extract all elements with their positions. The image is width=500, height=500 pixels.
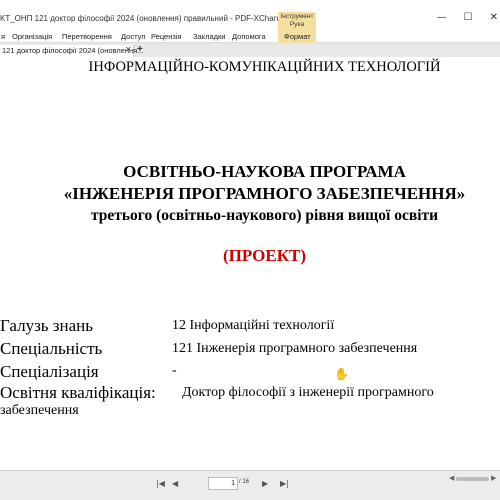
last-page-icon[interactable]: ▶|: [280, 479, 289, 488]
specialization-label: Спеціалізація: [0, 362, 99, 381]
menu-item-bookmarks[interactable]: Закладки: [193, 32, 225, 41]
faculty-header: ІНФОРМАЦІЙНО-КОМУНІКАЦІЙНИХ ТЕХНОЛОГІЙ: [88, 59, 441, 75]
close-icon[interactable]: ✕: [490, 12, 498, 23]
tool-context-line1: Інструмент: [280, 13, 314, 20]
menu-item-view[interactable]: я: [1, 32, 5, 41]
next-page-icon[interactable]: ▶: [262, 479, 268, 488]
maximize-icon[interactable]: ☐: [464, 12, 473, 23]
menu-item-access[interactable]: Доступ: [121, 32, 145, 41]
program-title: ОСВІТНЬО-НАУКОВА ПРОГРАМА: [123, 162, 406, 181]
tab-bar: 121 доктор філософії 2024 (оновлення... …: [0, 43, 500, 57]
menu-item-organize[interactable]: Організація: [12, 32, 52, 41]
pdf-page: ІНФОРМАЦІЙНО-КОМУНІКАЦІЙНИХ ТЕХНОЛОГІЙ О…: [0, 57, 500, 470]
tab-close-icon[interactable]: ✕: [125, 45, 132, 54]
minimize-icon[interactable]: —: [437, 12, 447, 23]
page-number-input[interactable]: 1: [208, 477, 238, 490]
document-tab[interactable]: 121 доктор філософії 2024 (оновлення... …: [0, 45, 143, 57]
qualification-value-continuation: забезпечення: [0, 403, 79, 418]
page-total: / 16: [239, 479, 250, 485]
specialty-value: 121 Інженерія програмного забезпечення: [172, 341, 418, 356]
first-page-icon[interactable]: |◀: [156, 479, 165, 488]
field-of-knowledge-value: 12 Інформаційні технології: [172, 318, 335, 333]
app-window: KT_ОНП 121 доктор філософії 2024 (оновле…: [0, 0, 500, 500]
hand-cursor-icon: ✋: [334, 367, 349, 381]
specialization-value: -: [172, 363, 177, 378]
tool-context-badge: Інструмент Рука: [278, 12, 316, 31]
document-viewport[interactable]: ІНФОРМАЦІЙНО-КОМУНІКАЦІЙНИХ ТЕХНОЛОГІЙ О…: [0, 57, 500, 470]
menu-item-review[interactable]: Рецензія: [151, 32, 182, 41]
qualification-label: Освітня кваліфікація:: [0, 383, 156, 402]
prev-page-icon[interactable]: ◀: [172, 479, 178, 488]
horizontal-scrollbar-thumb[interactable]: [456, 477, 489, 481]
new-tab-icon[interactable]: +: [137, 44, 143, 55]
specialty-label: Спеціальність: [0, 339, 103, 358]
field-of-knowledge-label: Галузь знань: [0, 316, 94, 335]
tool-context-line2: Рука: [289, 21, 305, 28]
menu-item-convert[interactable]: Перетворення: [62, 32, 112, 41]
menu-bar: я Організація Перетворення Доступ Реценз…: [0, 31, 500, 43]
document-tab-label: 121 доктор філософії 2024 (оновлення...: [2, 46, 144, 55]
window-title: KT_ОНП 121 доктор філософії 2024 (оновле…: [0, 14, 311, 23]
menu-item-format[interactable]: Формат: [284, 32, 311, 41]
qualification-value: Доктор філософії з інженерії програмного: [182, 385, 434, 400]
title-bar: KT_ОНП 121 доктор філософії 2024 (оновле…: [0, 0, 500, 31]
status-bar: |◀ ◀ 1 / 16 ▶ ▶| ◀ ▶: [0, 470, 500, 500]
program-name: «ІНЖЕНЕРІЯ ПРОГРАМНОГО ЗАБЕЗПЕЧЕННЯ»: [63, 184, 466, 203]
project-label: (ПРОЕКТ): [222, 246, 307, 265]
menu-item-help[interactable]: Допомога: [232, 32, 266, 41]
scroll-right-icon[interactable]: ▶: [491, 474, 496, 482]
window-controls: — ☐ ✕: [437, 10, 498, 24]
program-level: третього (освітньо-наукового) рівня вищо…: [90, 207, 439, 224]
scroll-left-icon[interactable]: ◀: [449, 474, 454, 482]
